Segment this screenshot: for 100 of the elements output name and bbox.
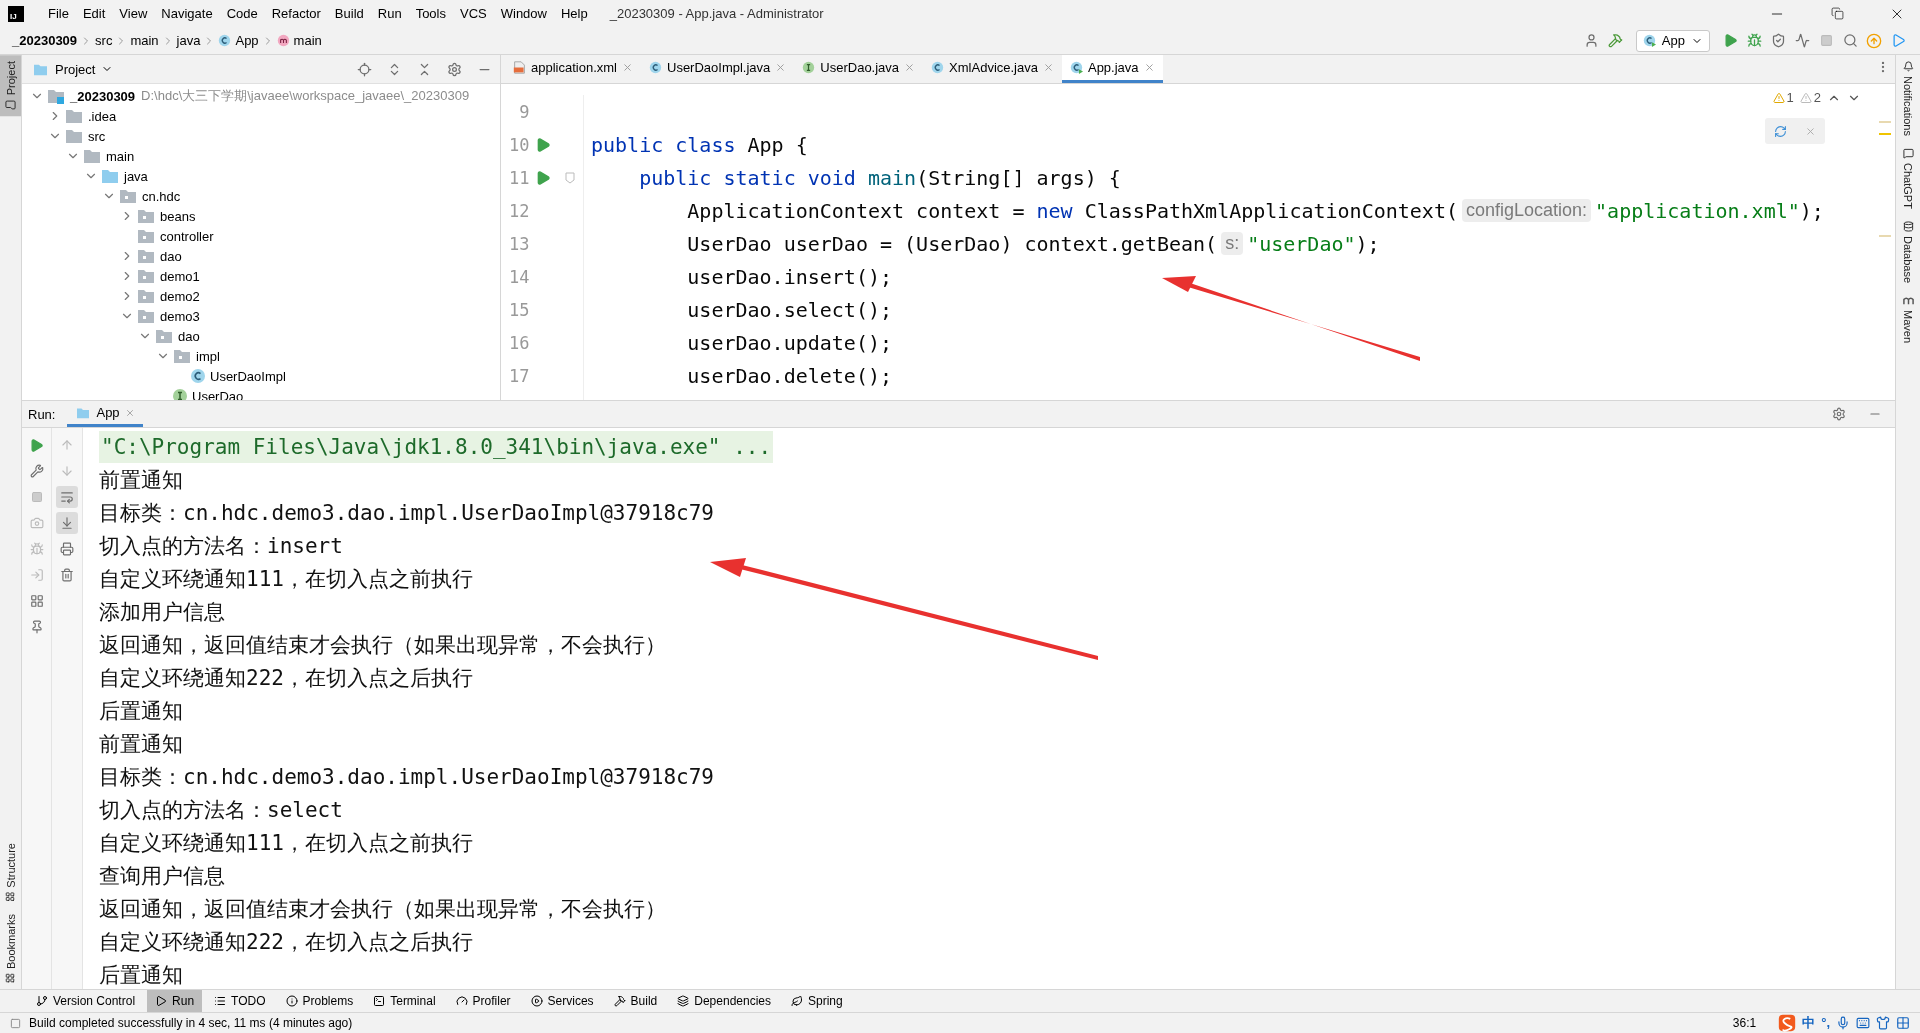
tree-item[interactable]: beans xyxy=(160,208,196,224)
tree-item[interactable]: java xyxy=(124,168,148,184)
microphone-icon[interactable] xyxy=(1836,1016,1850,1030)
tool-window-tab[interactable]: Notifications xyxy=(1896,55,1920,142)
breadcrumb[interactable]: java xyxy=(176,33,201,48)
locate-icon[interactable] xyxy=(356,61,372,77)
menu-item[interactable]: Refactor xyxy=(271,6,321,21)
weak-warning-count[interactable]: 2 xyxy=(1799,90,1821,105)
tree-item[interactable]: demo1 xyxy=(160,268,200,284)
user-icon[interactable] xyxy=(1584,33,1600,48)
menu-item[interactable]: Help xyxy=(560,6,588,21)
grid-icon[interactable] xyxy=(1896,1016,1910,1030)
menu-item[interactable]: File xyxy=(48,6,69,21)
run-icon[interactable] xyxy=(1722,33,1738,48)
pulse-icon[interactable] xyxy=(1794,33,1810,48)
menu-item[interactable]: Code xyxy=(226,6,258,21)
editor-tab[interactable]: application.xml xyxy=(505,55,641,83)
tree-item[interactable]: dao xyxy=(160,248,182,264)
maven-reload-button[interactable] xyxy=(1765,118,1825,144)
menu-item[interactable]: View xyxy=(119,6,148,21)
bug-icon[interactable] xyxy=(1746,33,1762,48)
line-number: 16 xyxy=(508,332,530,353)
tool-window-button[interactable]: Spring xyxy=(783,990,851,1012)
shirt-icon[interactable] xyxy=(1876,1016,1890,1030)
print-icon[interactable] xyxy=(60,542,74,556)
breadcrumb[interactable]: main xyxy=(276,33,322,48)
menu-item[interactable]: Window xyxy=(500,6,547,21)
tool-window-tab[interactable]: Database xyxy=(1896,214,1920,289)
menu-item[interactable]: Run xyxy=(377,6,402,21)
search-icon[interactable] xyxy=(1842,33,1858,48)
tool-window-button[interactable]: Terminal xyxy=(365,990,444,1012)
warning-count[interactable]: 1 xyxy=(1772,90,1794,105)
tree-item[interactable]: demo2 xyxy=(160,288,200,304)
settings-icon[interactable] xyxy=(446,61,462,77)
editor-tab[interactable]: UserDaoImpl.java xyxy=(641,55,795,83)
grid-icon xyxy=(5,891,16,902)
tree-item[interactable]: UserDao xyxy=(192,388,244,400)
tree-item[interactable]: demo3 xyxy=(160,308,200,324)
menu-item[interactable]: Tools xyxy=(415,6,446,21)
folder-icon xyxy=(5,99,16,111)
tree-item[interactable]: dao xyxy=(178,328,200,344)
restore-icon[interactable] xyxy=(1830,7,1844,20)
editor-tab[interactable]: UserDao.java xyxy=(794,55,924,83)
tree-item[interactable]: UserDaoImpl xyxy=(210,368,286,384)
rerun-icon[interactable] xyxy=(29,437,44,453)
breadcrumb[interactable]: main xyxy=(130,33,159,48)
checkbox-icon[interactable] xyxy=(10,1017,21,1029)
breadcrumb[interactable]: App xyxy=(218,33,259,48)
tree-item[interactable]: .idea xyxy=(88,108,117,124)
ime-mode[interactable]: 中 xyxy=(1802,1015,1816,1031)
tree-item[interactable]: main xyxy=(106,148,135,164)
settings-icon[interactable] xyxy=(1832,407,1846,421)
runnable-class-icon xyxy=(1069,61,1083,74)
tree-item[interactable]: impl xyxy=(196,348,220,364)
tool-window-tab[interactable]: Structure xyxy=(0,837,21,908)
trash-icon[interactable] xyxy=(60,568,74,582)
cursor-position[interactable]: 36:1 xyxy=(1732,1016,1757,1030)
code-token: UserDao userDao = (UserDao) context.getBean( xyxy=(686,231,1218,256)
tool-window-tab[interactable]: ChatGPT xyxy=(1896,141,1920,215)
menu-item[interactable]: VCS xyxy=(460,6,487,21)
tree-item[interactable]: cn.hdc xyxy=(142,188,181,204)
tool-window-button[interactable]: Problems xyxy=(277,990,362,1012)
tool-window-button[interactable]: Run xyxy=(147,990,203,1012)
keyboard-icon[interactable] xyxy=(1856,1016,1870,1030)
tree-item[interactable]: src xyxy=(88,128,106,144)
tree-item[interactable]: _20230309 xyxy=(70,88,136,104)
menu-item[interactable]: Navigate xyxy=(161,6,213,21)
editor-tab[interactable]: App.java xyxy=(1061,55,1163,83)
tree-item[interactable]: controller xyxy=(160,228,214,244)
tool-window-tab[interactable]: Project xyxy=(0,55,21,117)
menu-item[interactable]: Build xyxy=(334,6,364,21)
line-number: 15 xyxy=(508,299,530,320)
editor-tab[interactable]: XmlAdvice.java xyxy=(923,55,1062,83)
ime-logo-icon[interactable] xyxy=(1778,1014,1797,1032)
shield-icon[interactable] xyxy=(1770,33,1786,48)
menu-item[interactable]: Edit xyxy=(82,6,106,21)
console-line: 前置通知 xyxy=(99,730,183,758)
soft-wrap-toggle[interactable] xyxy=(56,486,78,508)
play-icon[interactable] xyxy=(1890,33,1906,48)
tool-window-button[interactable]: Services xyxy=(522,990,602,1012)
tool-window-button[interactable]: Version Control xyxy=(28,990,144,1012)
hammer-icon[interactable] xyxy=(1608,33,1624,48)
tool-window-button[interactable]: Profiler xyxy=(447,990,519,1012)
tool-window-tab[interactable]: Maven xyxy=(1896,288,1920,349)
tool-window-tab[interactable]: Bookmarks xyxy=(0,907,21,989)
interface-icon xyxy=(802,61,816,74)
tool-window-button[interactable]: Build xyxy=(605,990,666,1012)
layout-icon[interactable] xyxy=(29,594,44,608)
run-tab[interactable]: App xyxy=(67,401,143,427)
project-view-dropdown[interactable]: Project xyxy=(32,61,114,77)
wrench-icon[interactable] xyxy=(29,464,44,478)
tool-window-button[interactable]: TODO xyxy=(206,990,274,1012)
pin-icon[interactable] xyxy=(29,620,44,634)
chat-icon xyxy=(1902,147,1914,159)
ime-punctuation[interactable]: °, xyxy=(1821,1015,1830,1031)
run-configuration-dropdown[interactable]: App xyxy=(1635,29,1710,52)
scroll-to-end-toggle[interactable] xyxy=(56,512,78,534)
breadcrumb[interactable]: _20230309 xyxy=(12,33,78,48)
breadcrumb[interactable]: src xyxy=(95,33,113,48)
tool-window-button[interactable]: Dependencies xyxy=(669,990,779,1012)
